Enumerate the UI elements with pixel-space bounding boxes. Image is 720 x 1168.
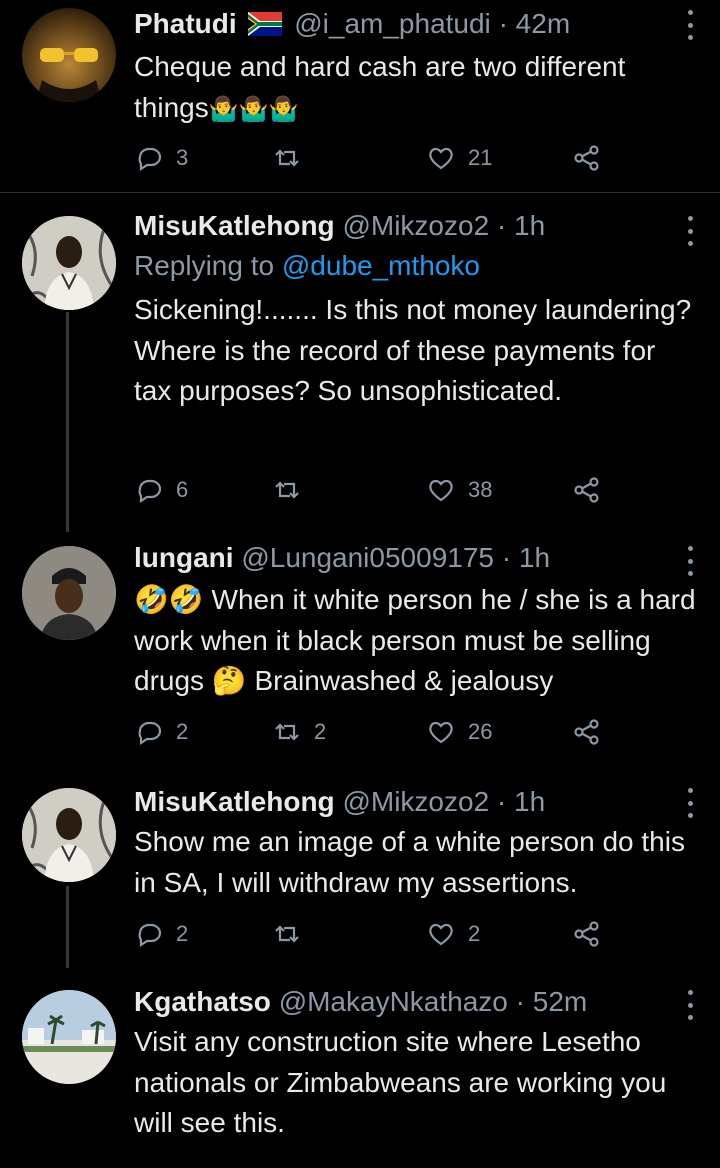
reply-count: 2 bbox=[176, 719, 189, 744]
timestamp[interactable]: 52m bbox=[533, 986, 587, 1017]
heart-icon bbox=[429, 721, 453, 744]
more-options-icon[interactable] bbox=[686, 10, 694, 40]
retweet-icon bbox=[275, 481, 299, 499]
like-count: 2 bbox=[468, 921, 481, 946]
heart-icon bbox=[429, 147, 453, 170]
separator-dot: · bbox=[498, 8, 508, 39]
tweet[interactable]: Kgathatso @MakayNkathazo · 52m Visit any… bbox=[0, 978, 720, 1168]
more-options-icon[interactable] bbox=[686, 788, 694, 818]
tweet-text: Visit any construction site where Leseth… bbox=[134, 1026, 667, 1138]
more-options-icon[interactable] bbox=[686, 216, 694, 246]
like-button[interactable]: 21 bbox=[426, 138, 492, 178]
user-name[interactable]: lungani bbox=[134, 542, 234, 573]
separator-dot: · bbox=[501, 542, 512, 573]
user-name[interactable]: MisuKatlehong bbox=[134, 786, 335, 817]
timestamp[interactable]: 42m bbox=[516, 8, 570, 39]
like-button[interactable]: 2 bbox=[426, 914, 480, 954]
share-icon bbox=[574, 145, 599, 171]
south-africa-flag-icon bbox=[248, 9, 283, 45]
reply-button[interactable]: 2 bbox=[134, 914, 188, 954]
like-count: 21 bbox=[468, 145, 493, 170]
separator-dot: · bbox=[515, 986, 525, 1017]
reply-button[interactable]: 6 bbox=[134, 470, 188, 510]
timestamp[interactable]: 1h bbox=[514, 210, 545, 241]
share-button[interactable] bbox=[572, 712, 602, 752]
reply-button[interactable]: 2 bbox=[134, 712, 188, 752]
reply-icon bbox=[138, 721, 162, 746]
share-button[interactable] bbox=[572, 470, 602, 510]
avatar[interactable] bbox=[22, 216, 116, 310]
tweet-actions: 2 2 bbox=[134, 914, 634, 954]
mention-link[interactable]: @dube_mthoko bbox=[282, 250, 480, 281]
avatar[interactable] bbox=[22, 546, 116, 640]
share-icon bbox=[574, 477, 599, 503]
reply-count: 2 bbox=[176, 921, 189, 946]
avatar[interactable] bbox=[22, 788, 116, 882]
user-handle[interactable]: @Lungani05009175 bbox=[241, 542, 494, 573]
timestamp[interactable]: 1h bbox=[514, 786, 545, 817]
thinking-emoji-icon: 🤔 bbox=[211, 665, 247, 696]
replying-to: Replying to @dube_mthoko bbox=[134, 250, 480, 281]
user-handle[interactable]: @Mikzozo2 bbox=[342, 210, 489, 241]
retweet-button[interactable]: 2 bbox=[272, 712, 326, 752]
user-name[interactable]: MisuKatlehong bbox=[134, 210, 335, 241]
tweet[interactable]: MisuKatlehong @Mikzozo2 · 1h Replying to… bbox=[0, 200, 720, 530]
retweet-icon bbox=[275, 149, 299, 167]
like-count: 38 bbox=[468, 477, 493, 502]
tweet-actions: 3 21 bbox=[134, 138, 634, 178]
heart-icon bbox=[429, 923, 453, 946]
avatar[interactable] bbox=[22, 8, 116, 102]
reply-icon bbox=[138, 923, 162, 948]
retweet-icon bbox=[275, 723, 299, 741]
retweet-button[interactable] bbox=[272, 470, 314, 510]
tweet-text: Show me an image of a white person do th… bbox=[134, 826, 685, 898]
heart-icon bbox=[429, 479, 453, 502]
more-options-icon[interactable] bbox=[686, 546, 694, 576]
more-options-icon[interactable] bbox=[686, 990, 694, 1020]
avatar[interactable] bbox=[22, 990, 116, 1084]
share-icon bbox=[574, 719, 599, 745]
tweet-actions: 6 38 bbox=[134, 470, 634, 510]
share-button[interactable] bbox=[572, 914, 602, 954]
retweet-button[interactable] bbox=[272, 914, 314, 954]
tweet[interactable]: Phatudi @i_am_phatudi · 42m Cheque and h… bbox=[0, 0, 720, 190]
user-name[interactable]: Kgathatso bbox=[134, 986, 271, 1017]
retweet-button[interactable] bbox=[272, 138, 314, 178]
tweet-text: 🤣🤣 When it white person he / she is a ha… bbox=[134, 584, 696, 696]
tweet[interactable]: MisuKatlehong @Mikzozo2 · 1h Show me an … bbox=[0, 776, 720, 976]
laughing-emoji-icon: 🤣🤣 bbox=[134, 584, 204, 615]
user-handle[interactable]: @Mikzozo2 bbox=[342, 786, 489, 817]
tweet-text: Sickening!....... Is this not money laun… bbox=[134, 294, 692, 406]
like-button[interactable]: 38 bbox=[426, 470, 492, 510]
timestamp[interactable]: 1h bbox=[519, 542, 550, 573]
like-count: 26 bbox=[468, 719, 493, 744]
separator-dot: · bbox=[496, 210, 507, 241]
tweet[interactable]: lungani @Lungani05009175 · 1h 🤣🤣 When it… bbox=[0, 532, 720, 774]
reply-icon bbox=[138, 147, 162, 172]
reply-count: 3 bbox=[176, 145, 189, 170]
like-button[interactable]: 26 bbox=[426, 712, 492, 752]
reply-icon bbox=[138, 479, 162, 504]
user-handle[interactable]: @i_am_phatudi bbox=[294, 8, 491, 39]
retweet-icon bbox=[275, 925, 299, 943]
tweet-text: Cheque and hard cash are two different t… bbox=[134, 51, 626, 123]
separator-dot: · bbox=[496, 786, 507, 817]
shrug-emoji-icon: 🤷‍♂️🤷‍♂️🤷‍♂️ bbox=[208, 95, 299, 123]
reply-button[interactable]: 3 bbox=[134, 138, 188, 178]
divider bbox=[0, 192, 720, 193]
retweet-count: 2 bbox=[314, 719, 327, 744]
share-icon bbox=[574, 921, 599, 947]
share-button[interactable] bbox=[572, 138, 602, 178]
tweet-actions: 2 2 26 bbox=[134, 712, 634, 752]
reply-count: 6 bbox=[176, 477, 189, 502]
user-handle[interactable]: @MakayNkathazo bbox=[279, 986, 508, 1017]
user-name[interactable]: Phatudi bbox=[134, 8, 237, 39]
